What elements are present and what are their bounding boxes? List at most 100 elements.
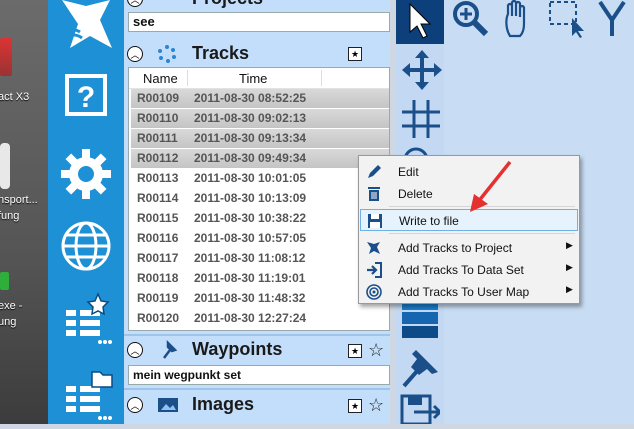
desktop-app-icon[interactable]: [0, 38, 12, 76]
app-logo-icon[interactable]: [48, 0, 124, 56]
track-time-cell: 2011-08-30 11:19:01: [194, 271, 306, 285]
menu-item-add-to-project[interactable]: Add Tracks to Project ▶: [360, 237, 578, 259]
waypoint-tool-icon[interactable]: [594, 0, 634, 45]
tracks-title: Tracks: [192, 43, 250, 63]
images-title: Images: [192, 394, 255, 414]
table-row[interactable]: R00113 2011-08-30 10:01:05: [131, 169, 389, 188]
track-name-cell: R00119: [137, 291, 179, 305]
pan-hand-icon[interactable]: [500, 0, 538, 45]
table-header: Name Time: [129, 68, 389, 89]
star-icon[interactable]: ☆: [368, 396, 384, 414]
table-row[interactable]: R00115 2011-08-30 10:38:22: [131, 209, 389, 228]
column-divider: [187, 70, 188, 86]
table-row[interactable]: R00120 2011-08-30 12:27:24: [131, 309, 389, 328]
track-time-cell: 2011-08-30 10:01:05: [194, 171, 307, 185]
track-time-cell: 2011-08-30 12:27:24: [194, 311, 307, 325]
desktop-label: fung: [0, 210, 20, 222]
table-row[interactable]: R00114 2011-08-30 10:13:09: [131, 189, 389, 208]
waypoints-title: Waypoints: [192, 339, 283, 359]
desktop-label: ung: [0, 316, 17, 328]
menu-item-label: Delete: [398, 187, 433, 201]
projects-panel-header[interactable]: ︿ Projects: [124, 0, 390, 10]
tracks-icon: [158, 45, 176, 68]
table-row[interactable]: R00116 2011-08-30 10:57:05: [131, 229, 389, 248]
panels-column: ︿ Projects see ︿ Tracks ★ Name Time R001…: [124, 0, 390, 424]
waypoints-panel-header[interactable]: ︿ Waypoints ★ ☆: [124, 338, 390, 362]
add-favorite-icon[interactable]: ★: [348, 399, 362, 413]
images-panel-header[interactable]: ︿ Images ★ ☆: [124, 393, 390, 417]
collapse-icon[interactable]: ︿: [127, 342, 143, 358]
desktop-app-icon[interactable]: [0, 272, 9, 290]
track-name-cell: R00111: [137, 131, 178, 145]
rect-select-icon[interactable]: [546, 0, 590, 45]
column-header-name[interactable]: Name: [143, 71, 178, 86]
desktop-strip: act X3 nsport... fung exe - ung: [0, 0, 48, 424]
track-time-cell: 2011-08-30 10:57:05: [194, 231, 307, 245]
waypoints-selection-field[interactable]: mein wegpunkt set: [128, 365, 390, 385]
table-row[interactable]: R00111 2011-08-30 09:13:34: [131, 129, 389, 148]
trash-icon: [366, 186, 382, 202]
track-name-cell: R00109: [137, 91, 180, 105]
track-time-cell: 2011-08-30 09:49:34: [194, 151, 307, 165]
table-row[interactable]: R00112 2011-08-30 09:49:34: [131, 149, 389, 168]
select-arrow-icon[interactable]: [396, 0, 444, 44]
track-time-cell: 2011-08-30 11:08:12: [194, 251, 306, 265]
settings-icon[interactable]: [48, 146, 124, 202]
move-icon[interactable]: [400, 48, 444, 97]
track-name-cell: R00114: [137, 191, 179, 205]
app-sidebar: ?: [48, 0, 124, 424]
track-time-cell: 2011-08-30 11:48:32: [194, 291, 306, 305]
grid-icon[interactable]: [400, 98, 442, 145]
svg-text:?: ?: [77, 81, 95, 114]
desktop-label: act X3: [0, 91, 30, 103]
star-icon[interactable]: ☆: [368, 341, 384, 359]
add-favorite-icon[interactable]: ★: [348, 344, 362, 358]
track-time-cell: 2011-08-30 09:02:13: [194, 111, 307, 125]
projects-title: Projects: [192, 0, 263, 9]
project-icon: [366, 240, 382, 256]
add-favorite-icon[interactable]: ★: [348, 47, 362, 61]
column-divider: [321, 70, 322, 86]
menu-item-add-to-data-set[interactable]: Add Tracks To Data Set ▶: [360, 259, 578, 281]
tracks-panel-header[interactable]: ︿ Tracks ★: [124, 41, 390, 65]
table-row[interactable]: R00118 2011-08-30 11:19:01: [131, 269, 389, 288]
tracks-table: Name Time R00109 2011-08-30 08:52:25 R0011…: [128, 67, 390, 331]
image-icon: [158, 398, 178, 417]
layers-icon[interactable]: [400, 298, 440, 338]
pencil-icon: [366, 164, 382, 180]
table-row[interactable]: R00110 2011-08-30 09:02:13: [131, 109, 389, 128]
table-row[interactable]: R00117 2011-08-30 11:08:12: [131, 249, 389, 268]
import-arrow-icon: [366, 262, 382, 278]
floppy-disk-icon: [367, 213, 383, 229]
folder-list-icon[interactable]: [48, 366, 124, 424]
desktop-label: nsport...: [0, 194, 38, 206]
divider: [124, 388, 390, 390]
track-name-cell: R00115: [137, 211, 179, 225]
desktop-app-icon[interactable]: [0, 143, 10, 189]
collapse-icon[interactable]: ︿: [127, 397, 143, 413]
track-time-cell: 2011-08-30 08:52:25: [194, 91, 307, 105]
menu-item-add-to-user-map[interactable]: Add Tracks To User Map ▶: [360, 281, 578, 303]
menu-item-label: Edit: [398, 165, 419, 179]
track-time-cell: 2011-08-30 09:13:34: [194, 131, 307, 145]
projects-selection-field[interactable]: see: [128, 12, 390, 32]
column-header-time[interactable]: Time: [239, 71, 267, 86]
track-name-cell: R00110: [137, 111, 179, 125]
globe-icon[interactable]: [48, 218, 124, 274]
favorite-list-icon[interactable]: [48, 292, 124, 348]
pin-icon[interactable]: [400, 346, 440, 393]
track-time-cell: 2011-08-30 10:38:22: [194, 211, 307, 225]
menu-separator: [389, 233, 575, 234]
track-name-cell: R00120: [137, 311, 180, 325]
red-annotation-arrow-icon: [470, 160, 512, 212]
menu-item-label: Write to file: [399, 214, 459, 228]
collapse-icon[interactable]: ︿: [127, 0, 143, 7]
pushpin-icon: [160, 339, 178, 365]
table-row[interactable]: R00119 2011-08-30 11:48:32: [131, 289, 389, 308]
zoom-icon[interactable]: [448, 0, 494, 45]
submenu-arrow-icon: ▶: [566, 284, 573, 294]
collapse-icon[interactable]: ︿: [127, 46, 143, 62]
submenu-arrow-icon: ▶: [566, 262, 573, 272]
help-icon[interactable]: ?: [48, 70, 124, 120]
table-row[interactable]: R00109 2011-08-30 08:52:25: [131, 89, 389, 108]
